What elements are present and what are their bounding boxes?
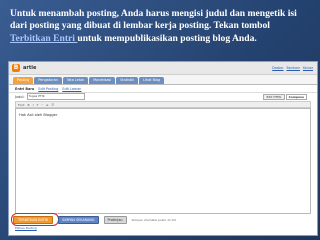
blog-title: artie	[23, 65, 37, 71]
text-color-button[interactable]: T	[37, 103, 39, 107]
align-button[interactable]: ≡	[46, 103, 49, 107]
caption-text-2: untuk mempublikasikan posting blog Anda.	[77, 32, 257, 44]
post-body-text: Hak Asli oleh Blogger	[19, 113, 58, 117]
list-button[interactable]: ☰	[51, 103, 54, 107]
tab-view-blog[interactable]: Lihat Blog	[139, 77, 165, 84]
top-link-logout[interactable]: Keluar	[303, 66, 313, 70]
slide-caption: Untuk menambah posting, Anda harus mengi…	[10, 8, 312, 45]
quote-button[interactable]: “	[41, 103, 43, 107]
main-tabs: Posting Pengaturan Tata Letak Monetisasi…	[9, 75, 317, 85]
tab-layout[interactable]: Tata Letak	[62, 77, 89, 84]
subtab-edit-posts[interactable]: Edit Posting	[38, 87, 58, 91]
post-body-editor[interactable]: Hak Asli oleh Blogger	[15, 108, 311, 214]
subtab-new-post[interactable]: Entri Baru	[15, 87, 34, 91]
title-row: Judul: Tugas PTIK	[15, 93, 85, 100]
top-link-dashboard[interactable]: Dasbor	[272, 66, 283, 70]
tab-posting[interactable]: Posting	[13, 77, 34, 84]
autosave-note: Simpan otomatis pukul 11:04	[131, 218, 176, 222]
bold-button[interactable]: B	[28, 103, 30, 107]
top-link-help[interactable]: Bantuan	[287, 66, 300, 70]
blogger-screenshot: B artie Dasbor Bantuan Keluar Posting Pe…	[8, 61, 318, 236]
caption-text-1: Untuk menambah posting, Anda harus mengi…	[10, 8, 297, 32]
sub-tabs: Entri Baru Edit Posting Edit Laman	[9, 85, 317, 93]
tab-stats[interactable]: Statistik	[116, 77, 139, 84]
blogger-logo-icon: B	[12, 64, 20, 72]
top-bar: B artie Dasbor Bantuan Keluar	[9, 62, 317, 75]
publish-button[interactable]: TERBITKAN ENTRI	[13, 216, 54, 224]
italic-button[interactable]: I	[33, 103, 34, 107]
top-links: Dasbor Bantuan Keluar	[272, 66, 313, 70]
post-options-link[interactable]: Pilihan Posting	[15, 226, 37, 230]
compose-tab[interactable]: Compose	[285, 94, 307, 100]
save-now-button[interactable]: SIMPAN SEKARANG	[58, 216, 99, 224]
title-label: Judul:	[15, 94, 25, 99]
subtab-edit-pages[interactable]: Edit Laman	[62, 87, 81, 91]
editor-toolbar: Font B I T “ ≡ ☰	[15, 101, 311, 108]
font-button[interactable]: Font	[18, 103, 25, 107]
tab-monetize[interactable]: Monetisasi	[89, 77, 116, 84]
post-title-input[interactable]: Tugas PTIK	[26, 93, 85, 100]
action-bar: TERBITKAN ENTRI SIMPAN SEKARANG Pratinja…	[13, 216, 176, 224]
caption-link[interactable]: Terbitkan Entri	[10, 33, 77, 44]
editor-modes: Edit HTML Compose	[263, 94, 307, 100]
tab-settings[interactable]: Pengaturan	[34, 77, 62, 84]
edit-html-tab[interactable]: Edit HTML	[263, 94, 285, 100]
preview-button[interactable]: Pratinjau	[103, 216, 127, 224]
